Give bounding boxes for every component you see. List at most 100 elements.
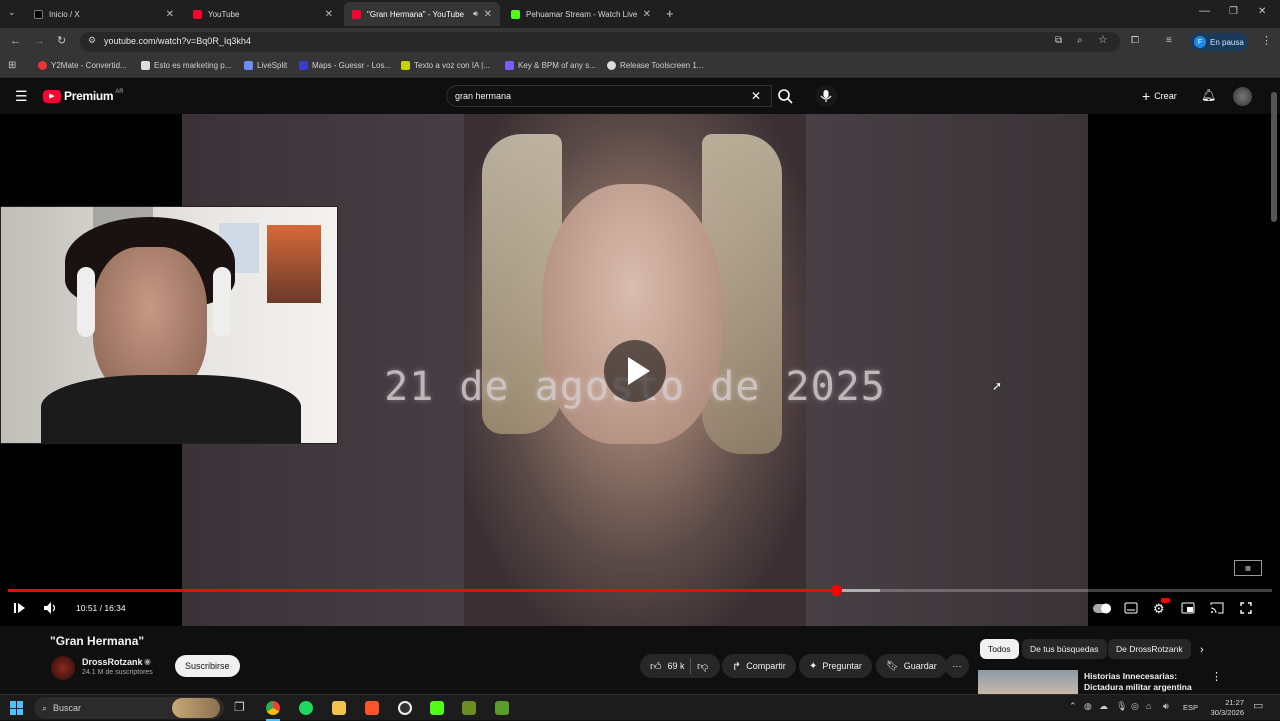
maximize-button[interactable]: ❐	[1229, 7, 1238, 17]
close-icon[interactable]: ✕	[166, 9, 174, 20]
chip-from-searches[interactable]: De tus búsquedas	[1022, 639, 1107, 659]
reading-list-icon[interactable]: ≡	[1166, 36, 1172, 46]
play-pause-button[interactable]	[12, 601, 26, 618]
tab-youtube[interactable]: YouTube ✕	[185, 2, 341, 26]
more-vertical-icon[interactable]: ⋮	[1211, 672, 1222, 683]
task-view-icon[interactable]: ❐	[234, 701, 245, 713]
omnibox[interactable]: ⚙︎ youtube.com/watch?v=Bq0R_Iq3kh4 ⧉ ⌕ ☆	[80, 32, 1120, 52]
recommendation-title[interactable]: Historias Innecesarias: Dictadura milita…	[1084, 671, 1192, 693]
chrome-taskbar-icon[interactable]	[266, 701, 280, 715]
search-box[interactable]: gran hermana ✕	[446, 85, 772, 107]
site-info-icon[interactable]: ⚙︎	[88, 36, 96, 45]
forward-icon[interactable]: →	[34, 36, 45, 47]
bookmark-item[interactable]: Key & BPM of any s...	[505, 61, 596, 70]
video-player[interactable]: 21 de agosto de 2025 ➚ ▦ 10:51 / 16:34 ⚙…	[0, 114, 1280, 626]
kick-logo-icon	[511, 9, 520, 19]
settings-button[interactable]: ⚙︎	[1153, 598, 1170, 617]
clock[interactable]: 21:27 30/3/2026	[1202, 698, 1244, 718]
tab-x[interactable]: Inicio / X ✕	[26, 2, 182, 26]
file-explorer-icon[interactable]	[332, 701, 346, 715]
channel-name[interactable]: DrossRotzank	[82, 657, 143, 667]
fullscreen-button[interactable]	[1239, 601, 1253, 618]
close-icon[interactable]: ✕	[325, 9, 333, 20]
notification-center-icon[interactable]: ▭	[1253, 701, 1263, 712]
extensions-icon[interactable]: ⧠	[1131, 36, 1139, 46]
close-icon[interactable]: ✕	[484, 9, 492, 20]
thumbs-up-icon[interactable]: 👍︎	[650, 660, 662, 673]
close-window-button[interactable]: ✕	[1258, 7, 1266, 17]
voice-search-button[interactable]	[815, 85, 837, 107]
bookmark-item[interactable]: Esto es marketing p...	[141, 61, 231, 70]
speaker-icon[interactable]: 🔊︎	[473, 9, 478, 19]
channel-watermark[interactable]: ▦	[1234, 560, 1262, 576]
zoom-icon[interactable]: ⌕	[1077, 36, 1083, 46]
kick-taskbar-icon[interactable]	[430, 701, 444, 715]
volume-button[interactable]	[43, 601, 59, 618]
chip-all[interactable]: Todos	[980, 639, 1019, 659]
bookmark-star-icon[interactable]: ☆	[1098, 35, 1108, 46]
bookmark-item[interactable]: Texto a voz con IA |...	[401, 61, 490, 70]
recommendation-thumbnail[interactable]	[978, 670, 1078, 694]
cast-button[interactable]	[1210, 601, 1224, 618]
new-tab-button[interactable]: +	[666, 7, 674, 20]
progress-bar[interactable]	[8, 585, 1272, 596]
profile-button[interactable]: F En pausa	[1190, 33, 1248, 51]
network-icon[interactable]: ⌂	[1146, 702, 1151, 711]
discord-tray-icon[interactable]: ◍	[1084, 702, 1092, 711]
more-actions-button[interactable]: ⋯	[945, 654, 969, 678]
channel-avatar[interactable]	[51, 656, 75, 680]
poster-image	[267, 225, 321, 303]
youtube-premium-logo[interactable]: ▶ Premium AR	[43, 89, 124, 103]
progress-scrubber[interactable]	[830, 585, 842, 596]
minecraft-taskbar-icon[interactable]	[495, 701, 509, 715]
subscribe-button[interactable]: Suscribirse	[175, 655, 240, 677]
close-icon[interactable]: ✕	[643, 9, 651, 20]
reload-icon[interactable]: ↻	[57, 36, 66, 47]
back-icon[interactable]: ←	[10, 36, 21, 47]
chip-from-channel[interactable]: De DrossRotzank	[1108, 639, 1191, 659]
bookmark-item[interactable]: Y2Mate - Convertid...	[38, 61, 127, 70]
url-text[interactable]: youtube.com/watch?v=Bq0R_Iq3kh4	[104, 36, 251, 46]
miniplayer-button[interactable]	[1181, 601, 1195, 618]
speaker-icon[interactable]: 🔊︎	[1163, 702, 1169, 711]
scrollbar-thumb[interactable]	[1271, 92, 1277, 222]
brave-taskbar-icon[interactable]	[365, 701, 379, 715]
save-button[interactable]: 🔖︎ Guardar	[876, 654, 947, 678]
hamburger-menu-icon[interactable]: ☰	[15, 89, 28, 103]
bookmark-item[interactable]: Maps - Guessr - Los...	[299, 61, 391, 70]
tab-gran-hermana[interactable]: "Gran Hermana" - YouTube 🔊︎ ✕	[344, 2, 500, 26]
tab-kick[interactable]: Pehuamar Stream - Watch Live ✕	[503, 2, 659, 26]
autoplay-toggle[interactable]	[1092, 601, 1112, 618]
mic-tray-icon[interactable]: 🎙︎	[1116, 702, 1127, 711]
clock-time: 21:27	[1225, 698, 1244, 707]
minimize-button[interactable]: —	[1199, 6, 1210, 17]
search-input[interactable]: gran hermana	[455, 91, 511, 101]
like-count[interactable]: 69 k	[668, 661, 685, 671]
search-button[interactable]	[772, 85, 798, 107]
ask-button[interactable]: ✦ Preguntar	[799, 654, 872, 678]
avatar[interactable]	[1233, 87, 1252, 106]
center-play-button[interactable]	[604, 340, 666, 402]
tab-search-icon[interactable]: ⌄	[8, 8, 16, 17]
install-app-icon[interactable]: ⧉	[1055, 36, 1062, 46]
menu-dots-icon[interactable]: ⋮	[1261, 36, 1272, 47]
thumbs-down-icon[interactable]: 👎︎	[697, 660, 708, 673]
app-taskbar-icon[interactable]	[462, 701, 476, 715]
clear-search-icon[interactable]: ✕	[751, 90, 761, 102]
subtitles-button[interactable]	[1124, 601, 1138, 618]
bookmark-item[interactable]: Release Toolscreen 1...	[607, 61, 703, 70]
create-button[interactable]: + Crear	[1142, 89, 1177, 103]
obs-taskbar-icon[interactable]	[398, 701, 412, 715]
apps-grid-icon[interactable]: ⊞	[8, 61, 16, 71]
chevron-right-icon[interactable]: ›	[1200, 645, 1204, 656]
share-button[interactable]: ↱ Compartir	[722, 654, 796, 678]
notifications-bell-icon[interactable]: 🔔︎	[1201, 89, 1216, 101]
cloud-tray-icon[interactable]: ☁︎	[1099, 702, 1108, 711]
tray-app-icon[interactable]: ◎	[1131, 702, 1139, 711]
language-indicator[interactable]: ESP	[1183, 703, 1198, 712]
chevron-up-icon[interactable]: ⌃	[1069, 702, 1077, 711]
bookmark-item[interactable]: LiveSplit	[244, 61, 287, 70]
tab-label: YouTube	[208, 9, 240, 19]
spotify-taskbar-icon[interactable]	[299, 701, 313, 715]
windows-start-icon[interactable]	[10, 701, 24, 715]
